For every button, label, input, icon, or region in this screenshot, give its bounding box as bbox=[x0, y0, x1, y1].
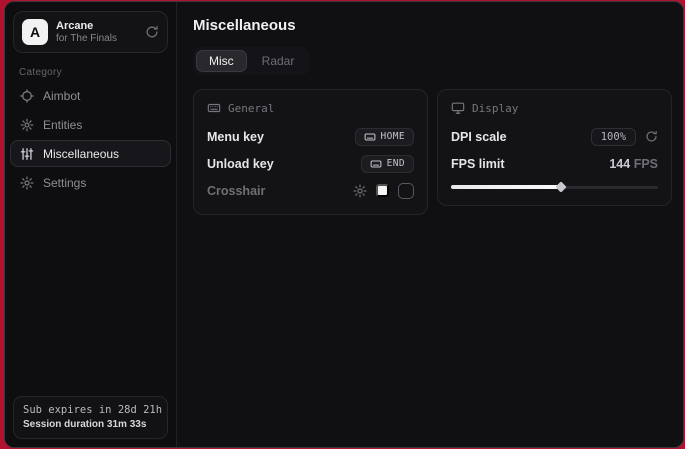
sliders-icon bbox=[20, 147, 34, 161]
display-card-header: Display bbox=[451, 101, 658, 115]
sidebar: A Arcane for The Finals Category bbox=[5, 2, 177, 447]
entities-icon bbox=[20, 118, 34, 132]
sub-expiry-text: Sub expires in 28d 21h bbox=[23, 404, 158, 416]
refresh-icon[interactable] bbox=[145, 25, 159, 39]
menu-key-label: Menu key bbox=[207, 130, 264, 144]
fps-limit-slider[interactable] bbox=[451, 182, 658, 192]
gear-icon bbox=[20, 176, 34, 190]
general-card: General Menu key HOME Unload key bbox=[193, 89, 428, 215]
app-header-card: A Arcane for The Finals bbox=[13, 11, 168, 53]
sidebar-item-label: Settings bbox=[43, 176, 86, 190]
unload-key-bind-button[interactable]: END bbox=[361, 155, 414, 173]
menu-key-value: HOME bbox=[381, 131, 405, 142]
dpi-reset-rotate-icon[interactable] bbox=[645, 130, 658, 143]
crosshair-icon bbox=[20, 89, 34, 103]
fps-limit-value: 144 FPS bbox=[609, 157, 658, 171]
app-header-text: Arcane for The Finals bbox=[56, 20, 137, 44]
unload-key-row: Unload key END bbox=[207, 153, 414, 174]
sidebar-item-settings[interactable]: Settings bbox=[10, 169, 171, 196]
monitor-icon bbox=[451, 101, 465, 115]
avatar: A bbox=[22, 19, 48, 45]
sidebar-item-miscellaneous[interactable]: Miscellaneous bbox=[10, 140, 171, 167]
keyboard-icon bbox=[207, 101, 221, 115]
display-card: Display DPI scale 100% bbox=[437, 89, 672, 206]
menu-key-row: Menu key HOME bbox=[207, 126, 414, 147]
sidebar-item-entities[interactable]: Entities bbox=[10, 111, 171, 138]
dpi-controls: 100% bbox=[591, 128, 658, 146]
slider-fill bbox=[451, 185, 561, 189]
sidebar-item-aimbot[interactable]: Aimbot bbox=[10, 82, 171, 109]
subscription-info-box: Sub expires in 28d 21h Session duration … bbox=[13, 396, 168, 439]
crosshair-settings-gear-icon[interactable] bbox=[353, 184, 367, 198]
crosshair-controls bbox=[353, 183, 414, 199]
category-label: Category bbox=[19, 67, 176, 78]
fps-limit-label: FPS limit bbox=[451, 157, 504, 171]
slider-thumb[interactable] bbox=[555, 181, 566, 192]
card-title: Display bbox=[472, 102, 518, 115]
tab-group: Misc Radar bbox=[193, 47, 310, 75]
menu-key-bind-button[interactable]: HOME bbox=[355, 128, 414, 146]
sidebar-spacer bbox=[5, 196, 176, 388]
keyboard-icon bbox=[370, 158, 382, 170]
crosshair-row: Crosshair bbox=[207, 180, 414, 201]
cards-row: General Menu key HOME Unload key bbox=[193, 89, 672, 215]
crosshair-checkbox[interactable] bbox=[398, 183, 414, 199]
fps-limit-row: FPS limit 144 FPS bbox=[451, 153, 658, 174]
keyboard-icon bbox=[364, 131, 376, 143]
dpi-scale-label: DPI scale bbox=[451, 130, 507, 144]
crosshair-color-swatch[interactable] bbox=[376, 184, 389, 197]
fps-unit: FPS bbox=[634, 157, 658, 171]
sidebar-item-label: Miscellaneous bbox=[43, 147, 119, 161]
card-title: General bbox=[228, 102, 274, 115]
tab-misc[interactable]: Misc bbox=[196, 50, 247, 72]
app-title: Arcane bbox=[56, 20, 137, 33]
app-window: A Arcane for The Finals Category bbox=[4, 1, 684, 448]
app-subtitle: for The Finals bbox=[56, 33, 137, 45]
page-title: Miscellaneous bbox=[193, 17, 672, 34]
general-card-header: General bbox=[207, 101, 414, 115]
session-duration-text: Session duration 31m 33s bbox=[23, 419, 158, 430]
tab-radar[interactable]: Radar bbox=[249, 50, 308, 72]
main-content: Miscellaneous Misc Radar General Menu bbox=[177, 2, 684, 447]
crosshair-label: Crosshair bbox=[207, 184, 265, 198]
unload-key-label: Unload key bbox=[207, 157, 274, 171]
unload-key-value: END bbox=[387, 158, 405, 169]
fps-number: 144 bbox=[609, 157, 630, 171]
sidebar-item-label: Entities bbox=[43, 118, 82, 132]
dpi-scale-row: DPI scale 100% bbox=[451, 126, 658, 147]
sidebar-nav: Aimbot Entities Miscella bbox=[5, 82, 176, 196]
dpi-scale-value[interactable]: 100% bbox=[591, 128, 636, 146]
sidebar-item-label: Aimbot bbox=[43, 89, 80, 103]
